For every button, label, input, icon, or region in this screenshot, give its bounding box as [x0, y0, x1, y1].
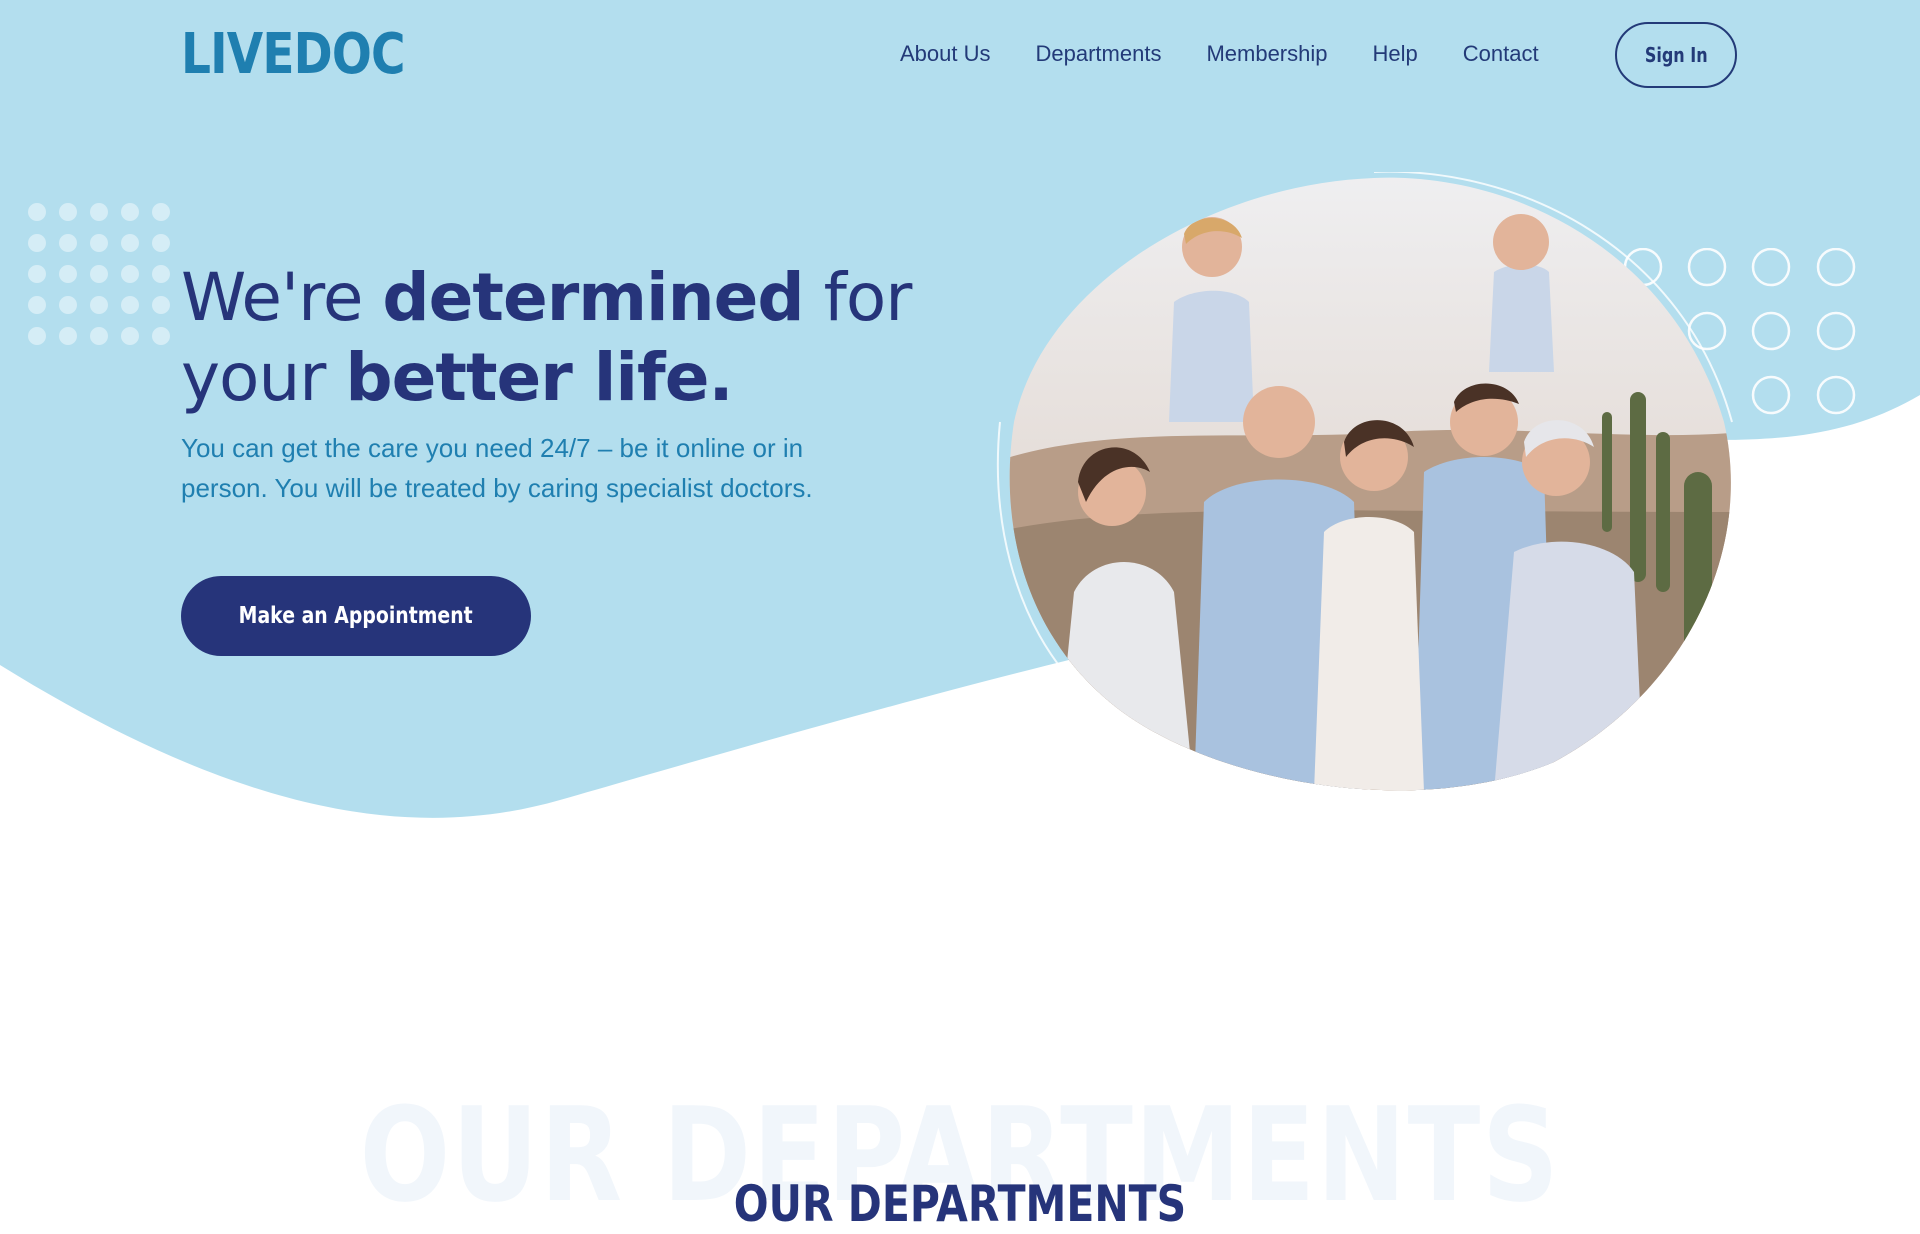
- dot-pattern: [28, 203, 170, 345]
- nav-link-about-us[interactable]: About Us: [900, 41, 991, 67]
- site-logo[interactable]: LIVEDOC: [181, 22, 406, 87]
- headline-text-3: your: [181, 339, 346, 416]
- sign-in-button[interactable]: Sign In: [1615, 22, 1737, 88]
- headline-emphasis-1: determined: [382, 259, 804, 336]
- make-appointment-label: Make an Appointment: [239, 603, 473, 629]
- family-photo: [996, 172, 1733, 791]
- nav-link-help[interactable]: Help: [1373, 41, 1418, 67]
- main-nav: About Us Departments Membership Help Con…: [900, 41, 1539, 67]
- make-appointment-button[interactable]: Make an Appointment: [181, 576, 531, 656]
- nav-link-departments[interactable]: Departments: [1036, 41, 1162, 67]
- hero-subtext: You can get the care you need 24/7 – be …: [181, 433, 813, 503]
- headline-emphasis-2: better life.: [345, 339, 733, 416]
- headline-text-2: for: [803, 259, 913, 336]
- departments-title: OUR DEPARTMENTS: [733, 1174, 1187, 1233]
- nav-link-membership[interactable]: Membership: [1206, 41, 1327, 67]
- hero-headline: We're determined for your better life.: [181, 258, 913, 418]
- sign-in-label: Sign In: [1644, 43, 1708, 67]
- nav-link-contact[interactable]: Contact: [1463, 41, 1539, 67]
- headline-text-1: We're: [181, 259, 383, 336]
